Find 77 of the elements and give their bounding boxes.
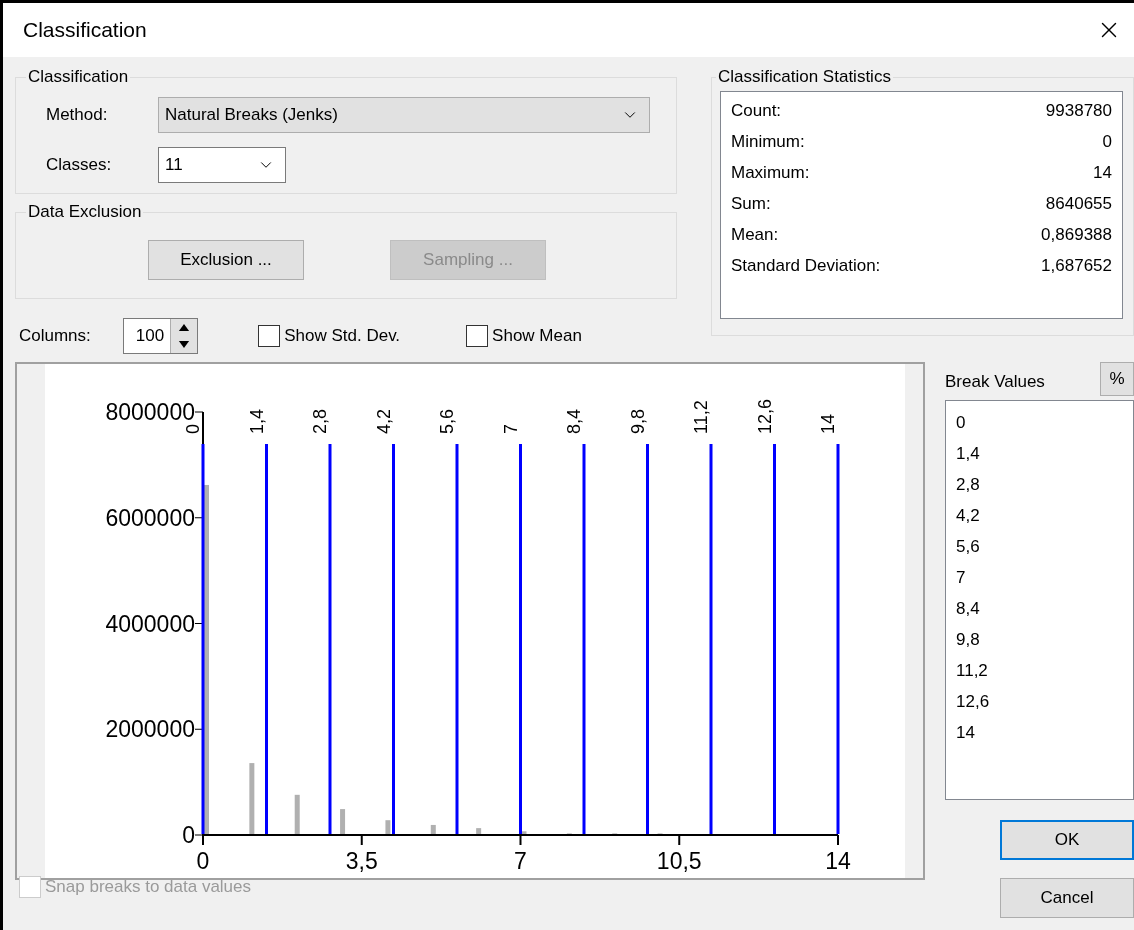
field-label: Columns: [18,326,91,346]
stat-label: Minimum: [731,131,805,153]
break-label: 0 [183,424,203,434]
list-title: Break Values [945,372,1045,392]
y-tick-label: 4000000 [105,610,195,637]
histogram-bar [340,809,346,834]
histogram-bar [476,828,482,834]
break-line[interactable] [836,444,840,834]
list-item[interactable]: 12,6 [956,686,1123,717]
list-item[interactable]: 8,4 [956,593,1123,624]
checkbox[interactable] [466,325,489,347]
x-tick-label: 3,5 [345,848,378,874]
break-label: 8,4 [564,408,584,434]
break-label: 1,4 [246,408,267,434]
histogram-bar [385,820,391,834]
checkbox-label: Snap breaks to data values [45,877,252,897]
action-button[interactable]: Exclusion ... [148,240,304,280]
break-label: 4,2 [373,408,394,434]
group-title: Classification [27,67,130,87]
list-item[interactable]: 11,2 [956,655,1123,686]
checkbox[interactable] [258,325,281,347]
x-tick-label: 14 [825,848,851,874]
group-title: Data Exclusion [27,202,143,222]
field-label: Classes: [45,155,113,175]
stat-label: Mean: [731,224,779,246]
histogram-bar [249,763,255,834]
break-label: 7 [500,424,521,434]
list-item[interactable]: 5,6 [956,531,1123,562]
y-tick-label: 8000000 [105,399,195,425]
stat-value: 9938780 [1045,100,1112,122]
stat-label: Standard Deviation: [731,255,881,277]
histogram-bar [294,794,300,834]
method-dropdown[interactable]: Natural Breaks (Jenks) [158,97,650,133]
y-tick-label: 0 [182,822,195,848]
list-item[interactable]: 1,4 [956,438,1123,469]
break-label: 5,6 [437,408,457,434]
break-line[interactable] [582,444,586,834]
break-line[interactable] [455,444,459,834]
percent-button[interactable]: % [1100,362,1134,396]
dialog-button[interactable]: Cancel [1000,878,1134,918]
break-line[interactable] [328,444,332,834]
break-label: 9,8 [627,408,648,434]
break-line[interactable] [709,444,713,834]
break-label: 2,8 [310,408,330,434]
list-item[interactable]: 9,8 [956,624,1123,655]
y-tick-label: 2000000 [105,716,195,743]
histogram-bar [521,831,527,834]
stat-value: 8640655 [1045,193,1112,215]
checkbox-label: Show Mean [492,326,582,346]
x-tick-label: 10,5 [656,848,702,874]
window-title: Classification [23,18,147,42]
classes-dropdown[interactable]: 11 [158,147,286,183]
x-tick-label: 0 [196,848,210,874]
stat-value: 0 [1102,131,1112,153]
stat-value: 14 [1093,162,1112,184]
break-label: 14 [818,413,838,434]
field-label: Method: [45,105,109,125]
list-item[interactable]: 4,2 [956,500,1123,531]
group-title: Classification Statistics [717,67,892,87]
list-item[interactable]: 14 [956,717,1123,748]
default-button[interactable]: OK [1000,820,1134,860]
checkbox-label: Show Std. Dev. [284,326,401,346]
stat-label: Sum: [731,193,771,215]
stat-label: Count: [731,100,782,122]
break-label: 11,2 [691,400,711,434]
break-line[interactable] [201,444,205,834]
columns-spinner[interactable]: 100 [122,318,199,354]
x-tick-label: 7 [514,848,527,874]
stat-label: Maximum: [731,162,810,184]
stat-value: 0,869388 [1041,224,1112,246]
list-item[interactable]: 0 [956,407,1123,438]
list-item[interactable]: 2,8 [956,469,1123,500]
break-label: 12,6 [754,398,775,434]
stat-value: 1,687652 [1041,255,1112,277]
list-item[interactable]: 7 [956,562,1123,593]
y-tick-label: 6000000 [105,504,195,531]
histogram-bar [430,824,436,834]
